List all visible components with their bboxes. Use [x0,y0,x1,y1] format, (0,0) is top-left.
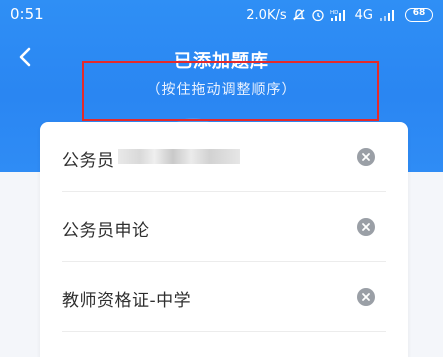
bank-label: 公务员行测 [62,151,114,171]
list-item[interactable]: 教师资格证-中学 [40,262,408,332]
status-bar: 0:51 2.0K/s HD 4G 68 [0,0,443,30]
bank-list-card: 公务员行测 公务员申论 教师资格证-中学 [40,122,408,357]
battery-level: 68 [412,8,426,18]
network-type: 4G [354,7,373,23]
signal-icon [380,10,394,21]
network-speed: 2.0K/s [246,7,287,23]
mute-bell-icon [292,9,305,21]
close-icon [362,153,370,161]
status-time: 0:51 [10,5,44,23]
close-icon [362,293,370,301]
divider [62,331,386,332]
app-screen: 0:51 2.0K/s HD 4G 68 已添加题库 （按住拖动调整顺序） 公务… [0,0,443,357]
alarm-icon [311,9,324,22]
status-icons: 2.0K/s HD 4G 68 [246,6,433,24]
annotation-highlight-box [82,61,379,121]
list-item[interactable]: 公务员行测 [40,122,408,192]
bank-label: 公务员申论 [62,221,150,241]
remove-button[interactable] [357,148,375,166]
remove-button[interactable] [357,288,375,306]
remove-button[interactable] [357,218,375,236]
close-icon [362,223,370,231]
bank-label: 教师资格证-中学 [62,291,192,311]
list-item[interactable]: 公务员申论 [40,192,408,262]
obscured-text-mask [118,149,240,164]
battery-icon: 68 [405,8,433,22]
svg-text:HD: HD [330,10,338,16]
hd-signal-icon: HD [330,10,345,21]
